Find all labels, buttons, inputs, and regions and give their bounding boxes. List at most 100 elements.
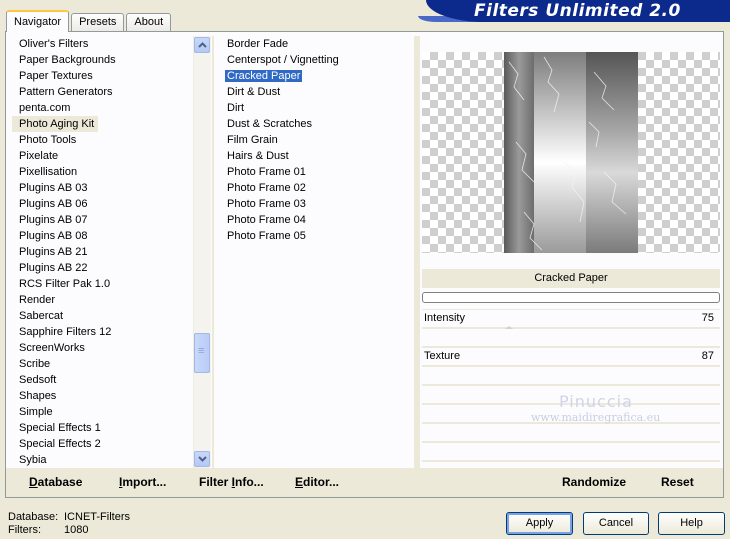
param-row-empty: [422, 329, 720, 348]
scroll-up-button[interactable]: [194, 37, 210, 53]
tab-presets[interactable]: Presets: [71, 13, 125, 31]
current-filter-name: Cracked Paper: [422, 269, 720, 288]
filter-item[interactable]: Cracked Paper: [220, 68, 410, 84]
apply-button[interactable]: Apply: [506, 512, 573, 535]
param-label: Texture: [424, 350, 461, 362]
category-item[interactable]: Plugins AB 21: [12, 244, 197, 260]
navigator-panel: Oliver's Filters Paper Backgrounds Paper T…: [5, 31, 724, 498]
filter-item[interactable]: Photo Frame 01: [220, 164, 410, 180]
filter-item[interactable]: Photo Frame 04: [220, 212, 410, 228]
filter-item-label: Border Fade: [227, 38, 289, 50]
category-item[interactable]: Shapes: [12, 388, 197, 404]
progress-bar: [422, 292, 720, 303]
category-item[interactable]: Plugins AB 06: [12, 196, 197, 212]
category-item[interactable]: Scribe: [12, 356, 197, 372]
category-item[interactable]: Sapphire Filters 12: [12, 324, 197, 340]
scroll-thumb[interactable]: [194, 333, 210, 373]
category-list[interactable]: Oliver's Filters Paper Backgrounds Paper T…: [12, 36, 197, 468]
category-item[interactable]: penta.com: [12, 100, 197, 116]
category-item[interactable]: Special Effects 1: [12, 420, 197, 436]
tab-about[interactable]: About: [126, 13, 172, 31]
category-item[interactable]: Render: [12, 292, 197, 308]
randomize-button[interactable]: Randomize: [562, 475, 626, 489]
filter-item[interactable]: Photo Frame 03: [220, 196, 410, 212]
editor-mnemonic: E: [295, 475, 304, 489]
database-label: atabase: [37, 475, 83, 489]
list-divider: [414, 36, 420, 468]
filters-count-value: 1080: [64, 524, 89, 536]
filters-count-label: Filters:: [8, 524, 41, 536]
filter-item-label: Photo Frame 03: [227, 198, 306, 210]
filter-parameters: Cracked Paper Intensity 75 Texture 87: [422, 269, 720, 462]
filter-item-label: Film Grain: [227, 134, 278, 146]
param-row-intensity[interactable]: Intensity 75: [422, 310, 720, 331]
watermark-url: www.maidiregrafica.eu: [531, 411, 661, 424]
list-divider: [212, 36, 214, 468]
param-row-empty: [422, 424, 720, 443]
chevron-down-icon: [197, 456, 207, 462]
reset-button[interactable]: Reset: [661, 475, 694, 489]
category-item[interactable]: Oliver's Filters: [12, 36, 197, 52]
filter-item[interactable]: Film Grain: [220, 132, 410, 148]
filter-item[interactable]: Dust & Scratches: [220, 116, 410, 132]
import-button[interactable]: Import...: [119, 475, 166, 489]
import-label: mport...: [122, 475, 167, 489]
filter-info-button[interactable]: Filter Info...: [199, 475, 264, 489]
category-item[interactable]: Plugins AB 03: [12, 180, 197, 196]
filter-item-label: Cracked Paper: [225, 70, 303, 82]
filter-item[interactable]: Hairs & Dust: [220, 148, 410, 164]
param-label: Intensity: [424, 312, 465, 324]
editor-button[interactable]: Editor...: [295, 475, 339, 489]
category-item[interactable]: ScreenWorks: [12, 340, 197, 356]
chevron-up-icon: [197, 42, 207, 48]
category-scrollbar[interactable]: [193, 36, 211, 468]
filter-info-prefix: Filter: [199, 475, 232, 489]
category-item[interactable]: RCS Filter Pak 1.0: [12, 276, 197, 292]
category-item[interactable]: Photo Aging Kit: [12, 116, 99, 132]
category-item[interactable]: Plugins AB 08: [12, 228, 197, 244]
filter-item[interactable]: Dirt & Dust: [220, 84, 410, 100]
filter-item[interactable]: Border Fade: [220, 36, 410, 52]
filter-item[interactable]: Dirt: [220, 100, 410, 116]
param-row-empty: [422, 367, 720, 386]
param-row-texture[interactable]: Texture 87: [422, 348, 720, 367]
database-button[interactable]: Database: [29, 475, 82, 489]
database-info: Database: ICNET-Filters Filters: 1080: [8, 511, 130, 537]
param-row-empty: [422, 443, 720, 462]
database-info-label: Database:: [8, 511, 59, 523]
filter-item-label: Dirt: [227, 102, 245, 114]
filter-item[interactable]: Centerspot / Vignetting: [220, 52, 410, 68]
category-item[interactable]: Sybia: [12, 452, 197, 468]
filter-item[interactable]: Photo Frame 05: [220, 228, 410, 244]
filter-preview: [422, 52, 720, 253]
category-item[interactable]: Plugins AB 07: [12, 212, 197, 228]
help-button[interactable]: Help: [658, 512, 725, 535]
category-item[interactable]: Pattern Generators: [12, 84, 197, 100]
category-item[interactable]: Paper Backgrounds: [12, 52, 197, 68]
filter-item-label: Photo Frame 04: [227, 214, 306, 226]
database-mnemonic: D: [29, 475, 38, 489]
category-item[interactable]: Sabercat: [12, 308, 197, 324]
category-item[interactable]: Plugins AB 22: [12, 260, 197, 276]
database-info-value: ICNET-Filters: [64, 511, 130, 523]
category-item[interactable]: Simple: [12, 404, 197, 420]
app-banner: Filters Unlimited 2.0: [418, 0, 730, 22]
filter-info-label: nfo...: [235, 475, 264, 489]
scroll-down-button[interactable]: [194, 451, 210, 467]
category-item[interactable]: Paper Textures: [12, 68, 197, 84]
category-item[interactable]: Sedsoft: [12, 372, 197, 388]
filter-item-label: Photo Frame 05: [227, 230, 306, 242]
app-title: Filters Unlimited 2.0: [474, 1, 681, 21]
category-item[interactable]: Photo Tools: [12, 132, 197, 148]
filter-list[interactable]: Border Fade Centerspot / Vignetting Cracke…: [220, 36, 410, 468]
category-item[interactable]: Pixelate: [12, 148, 197, 164]
filter-item[interactable]: Photo Frame 02: [220, 180, 410, 196]
cancel-button[interactable]: Cancel: [583, 512, 649, 535]
filter-item-label: Hairs & Dust: [227, 150, 289, 162]
category-item[interactable]: Special Effects 2: [12, 436, 197, 452]
category-item[interactable]: Pixellisation: [12, 164, 197, 180]
filter-item-label: Dust & Scratches: [227, 118, 312, 130]
tab-navigator[interactable]: Navigator: [6, 10, 70, 32]
param-value: 75: [701, 312, 714, 324]
filter-item-label: Dirt & Dust: [227, 86, 281, 98]
